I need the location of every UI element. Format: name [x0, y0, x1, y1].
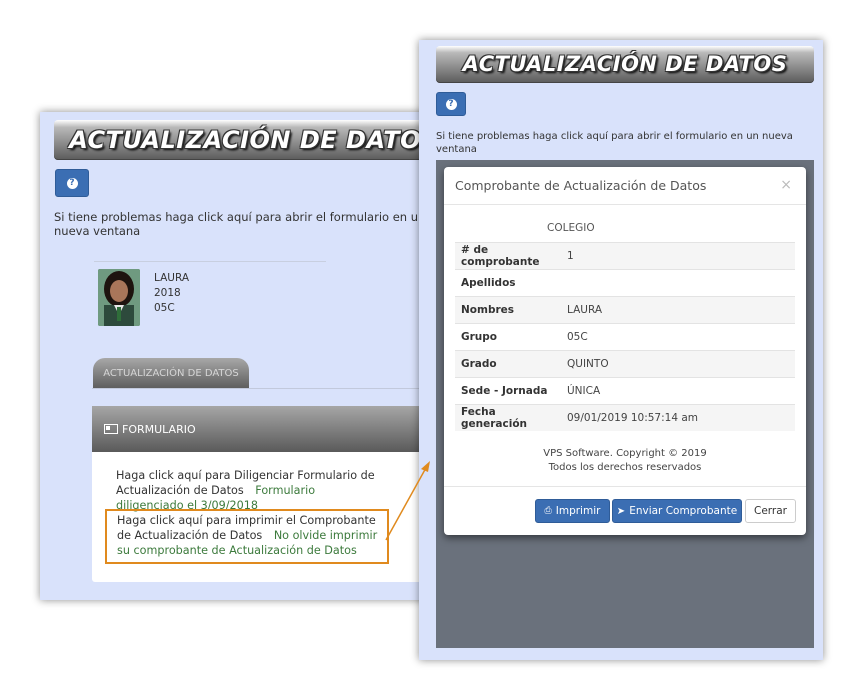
question-icon: ? — [445, 98, 457, 110]
student-year: 2018 — [154, 287, 181, 299]
tab-actualizacion-label: ACTUALIZACIÓN DE DATOS — [103, 367, 239, 379]
form-card-title: FORMULARIO — [122, 422, 196, 436]
form-card-header: FORMULARIO — [92, 406, 440, 452]
receipt-row-label: Sede - Jornada — [455, 377, 561, 405]
receipt-row-label: Nombres — [455, 296, 561, 324]
front-page-banner: ACTUALIZACIÓN DE DATOS — [436, 46, 814, 83]
receipt-row-value: 1 — [561, 242, 795, 270]
receipt-table: # de comprobante 1 Apellidos Nombres LAURA Gr… — [455, 242, 795, 431]
copyright-line: VPS Software. Copyright © 2019 — [543, 448, 707, 459]
receipt-rows: # de comprobante 1 Apellidos Nombres LAURA Gr… — [455, 242, 795, 431]
receipt-row-value: 09/01/2019 10:57:14 am — [561, 404, 795, 431]
front-help-button[interactable]: ? — [436, 92, 466, 116]
close-button-label: Cerrar — [754, 505, 787, 517]
modal-header: Comprobante de Actualización de Datos × — [444, 167, 806, 205]
form-card: FORMULARIO Haga click aquí para Diligenc… — [92, 406, 440, 582]
student-name: LAURA — [154, 272, 190, 284]
close-button[interactable]: Cerrar — [745, 499, 796, 523]
receipt-row: Grado QUINTO — [455, 350, 795, 378]
receipt-row-label: Grado — [455, 350, 561, 378]
print-button-label: Imprimir — [555, 505, 601, 517]
receipt-row-label: Apellidos — [455, 269, 561, 297]
form-link-2-box[interactable]: Haga click aquí para imprimir el Comprob… — [105, 509, 389, 564]
receipt-modal: Comprobante de Actualización de Datos × … — [444, 167, 806, 535]
send-receipt-button[interactable]: ➤ Enviar Comprobante — [612, 499, 742, 523]
back-window: ACTUALIZACIÓN DE DATOS ? Si tiene proble… — [40, 112, 440, 600]
front-help-link[interactable]: Si tiene problemas haga click aquí para … — [436, 130, 796, 156]
student-card-divider — [94, 261, 326, 262]
receipt-row-label: Fecha generación — [455, 404, 561, 431]
paper-plane-icon: ➤ — [616, 505, 626, 517]
form-link-1-text[interactable]: Haga click aquí para Diligenciar Formula… — [116, 469, 375, 497]
receipt-row-value: QUINTO — [561, 350, 795, 378]
receipt-row: Apellidos — [455, 269, 795, 297]
receipt-row-value: LAURA — [561, 296, 795, 324]
student-info: LAURA 2018 05C — [154, 271, 189, 316]
receipt-row-value: ÚNICA — [561, 377, 795, 405]
back-page-banner: ACTUALIZACIÓN DE DATOS — [54, 120, 440, 160]
receipt-row: Fecha generación 09/01/2019 10:57:14 am — [455, 404, 795, 431]
modal-close-icon[interactable]: × — [780, 177, 792, 193]
form-link-1[interactable]: Haga click aquí para Diligenciar Formula… — [116, 468, 386, 513]
tab-actualizacion[interactable]: ACTUALIZACIÓN DE DATOS — [93, 358, 249, 388]
back-help-button[interactable]: ? — [55, 169, 89, 197]
modal-copyright: VPS Software. Copyright © 2019 Todos los… — [444, 447, 806, 475]
back-help-link[interactable]: Si tiene problemas haga click aquí para … — [54, 210, 434, 238]
school-name: COLEGIO — [547, 222, 595, 234]
printer-icon: ⎙ — [544, 506, 552, 516]
send-button-label: Enviar Comprobante — [629, 505, 738, 517]
receipt-row: Sede - Jornada ÚNICA — [455, 377, 795, 405]
front-page-title: ACTUALIZACIÓN DE DATOS — [462, 52, 788, 76]
receipt-row-label: Grupo — [455, 323, 561, 351]
student-photo — [98, 269, 140, 326]
rights-line: Todos los derechos reservados — [548, 462, 702, 473]
modal-title: Comprobante de Actualización de Datos — [455, 178, 707, 193]
student-group: 05C — [154, 302, 175, 314]
modal-footer-divider — [444, 486, 806, 487]
receipt-row: # de comprobante 1 — [455, 242, 795, 270]
receipt-row-label: # de comprobante — [455, 242, 561, 270]
question-icon: ? — [66, 177, 78, 189]
print-button[interactable]: ⎙ Imprimir — [535, 499, 610, 523]
back-page-title: ACTUALIZACIÓN DE DATOS — [69, 126, 439, 154]
front-window: ACTUALIZACIÓN DE DATOS ? Si tiene proble… — [419, 40, 823, 660]
receipt-row-value — [561, 269, 795, 297]
receipt-row: Nombres LAURA — [455, 296, 795, 324]
receipt-row: Grupo 05C — [455, 323, 795, 351]
tab-strip-line — [92, 388, 440, 389]
form-id-card-icon — [104, 424, 118, 434]
receipt-row-value: 05C — [561, 323, 795, 351]
